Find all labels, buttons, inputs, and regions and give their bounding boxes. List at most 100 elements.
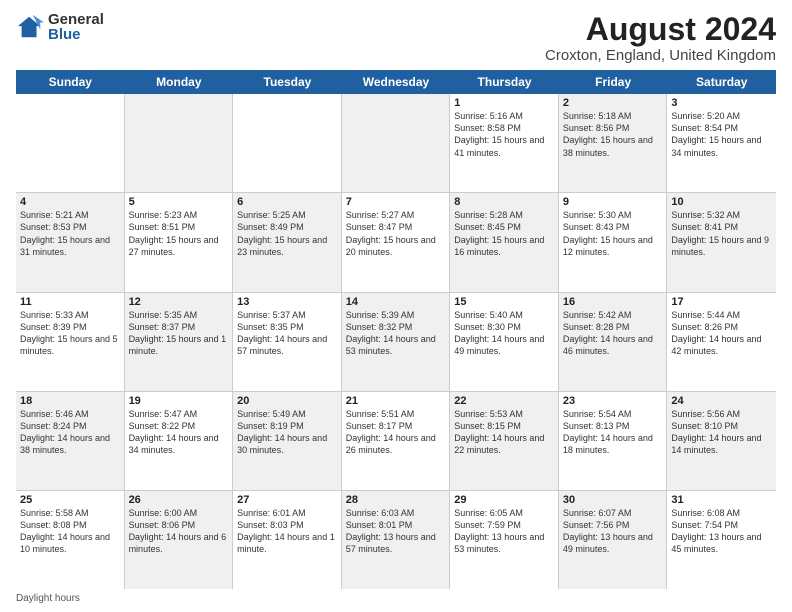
calendar-cell: 4Sunrise: 5:21 AMSunset: 8:53 PMDaylight… <box>16 193 125 291</box>
calendar-cell <box>342 94 451 192</box>
calendar-cell <box>16 94 125 192</box>
calendar-cell: 23Sunrise: 5:54 AMSunset: 8:13 PMDayligh… <box>559 392 668 490</box>
calendar-header: Sunday Monday Tuesday Wednesday Thursday… <box>16 70 776 94</box>
day-info: Sunrise: 5:18 AMSunset: 8:56 PMDaylight:… <box>563 110 663 159</box>
day-info: Sunrise: 5:25 AMSunset: 8:49 PMDaylight:… <box>237 209 337 258</box>
day-number: 5 <box>129 196 229 208</box>
logo-blue-text: Blue <box>48 27 104 42</box>
header-saturday: Saturday <box>667 70 776 94</box>
day-info: Sunrise: 5:46 AMSunset: 8:24 PMDaylight:… <box>20 408 120 457</box>
day-info: Sunrise: 5:54 AMSunset: 8:13 PMDaylight:… <box>563 408 663 457</box>
calendar-cell: 17Sunrise: 5:44 AMSunset: 8:26 PMDayligh… <box>667 293 776 391</box>
location-text: Croxton, England, United Kingdom <box>545 47 776 64</box>
day-info: Sunrise: 6:01 AMSunset: 8:03 PMDaylight:… <box>237 507 337 556</box>
calendar-cell: 13Sunrise: 5:37 AMSunset: 8:35 PMDayligh… <box>233 293 342 391</box>
day-info: Sunrise: 5:20 AMSunset: 8:54 PMDaylight:… <box>671 110 772 159</box>
calendar-cell: 22Sunrise: 5:53 AMSunset: 8:15 PMDayligh… <box>450 392 559 490</box>
calendar-cell: 27Sunrise: 6:01 AMSunset: 8:03 PMDayligh… <box>233 491 342 589</box>
calendar: Sunday Monday Tuesday Wednesday Thursday… <box>16 70 776 589</box>
calendar-cell: 6Sunrise: 5:25 AMSunset: 8:49 PMDaylight… <box>233 193 342 291</box>
day-info: Sunrise: 6:05 AMSunset: 7:59 PMDaylight:… <box>454 507 554 556</box>
calendar-cell: 29Sunrise: 6:05 AMSunset: 7:59 PMDayligh… <box>450 491 559 589</box>
day-number: 6 <box>237 196 337 208</box>
day-info: Sunrise: 5:27 AMSunset: 8:47 PMDaylight:… <box>346 209 446 258</box>
day-info: Sunrise: 5:32 AMSunset: 8:41 PMDaylight:… <box>671 209 772 258</box>
calendar-cell: 21Sunrise: 5:51 AMSunset: 8:17 PMDayligh… <box>342 392 451 490</box>
calendar-cell: 5Sunrise: 5:23 AMSunset: 8:51 PMDaylight… <box>125 193 234 291</box>
day-number: 9 <box>563 196 663 208</box>
calendar-cell: 25Sunrise: 5:58 AMSunset: 8:08 PMDayligh… <box>16 491 125 589</box>
day-info: Sunrise: 5:58 AMSunset: 8:08 PMDaylight:… <box>20 507 120 556</box>
logo: General Blue <box>16 12 104 42</box>
calendar-cell: 14Sunrise: 5:39 AMSunset: 8:32 PMDayligh… <box>342 293 451 391</box>
day-info: Sunrise: 6:03 AMSunset: 8:01 PMDaylight:… <box>346 507 446 556</box>
day-info: Sunrise: 5:39 AMSunset: 8:32 PMDaylight:… <box>346 309 446 358</box>
calendar-cell: 24Sunrise: 5:56 AMSunset: 8:10 PMDayligh… <box>667 392 776 490</box>
logo-general-text: General <box>48 12 104 27</box>
day-info: Sunrise: 5:35 AMSunset: 8:37 PMDaylight:… <box>129 309 229 358</box>
header-friday: Friday <box>559 70 668 94</box>
day-number: 28 <box>346 494 446 506</box>
calendar-cell: 7Sunrise: 5:27 AMSunset: 8:47 PMDaylight… <box>342 193 451 291</box>
calendar-cell: 26Sunrise: 6:00 AMSunset: 8:06 PMDayligh… <box>125 491 234 589</box>
calendar-row: 18Sunrise: 5:46 AMSunset: 8:24 PMDayligh… <box>16 392 776 491</box>
calendar-cell: 20Sunrise: 5:49 AMSunset: 8:19 PMDayligh… <box>233 392 342 490</box>
header-sunday: Sunday <box>16 70 125 94</box>
day-number: 4 <box>20 196 120 208</box>
calendar-row: 1Sunrise: 5:16 AMSunset: 8:58 PMDaylight… <box>16 94 776 193</box>
calendar-cell: 3Sunrise: 5:20 AMSunset: 8:54 PMDaylight… <box>667 94 776 192</box>
page: General Blue August 2024 Croxton, Englan… <box>0 0 792 612</box>
header-monday: Monday <box>125 70 234 94</box>
day-number: 26 <box>129 494 229 506</box>
day-number: 17 <box>671 296 772 308</box>
day-info: Sunrise: 5:49 AMSunset: 8:19 PMDaylight:… <box>237 408 337 457</box>
calendar-cell: 18Sunrise: 5:46 AMSunset: 8:24 PMDayligh… <box>16 392 125 490</box>
day-number: 16 <box>563 296 663 308</box>
day-info: Sunrise: 5:28 AMSunset: 8:45 PMDaylight:… <box>454 209 554 258</box>
calendar-cell: 11Sunrise: 5:33 AMSunset: 8:39 PMDayligh… <box>16 293 125 391</box>
calendar-row: 4Sunrise: 5:21 AMSunset: 8:53 PMDaylight… <box>16 193 776 292</box>
day-number: 3 <box>671 97 772 109</box>
calendar-cell: 16Sunrise: 5:42 AMSunset: 8:28 PMDayligh… <box>559 293 668 391</box>
calendar-body: 1Sunrise: 5:16 AMSunset: 8:58 PMDaylight… <box>16 94 776 589</box>
day-info: Sunrise: 6:07 AMSunset: 7:56 PMDaylight:… <box>563 507 663 556</box>
calendar-cell: 8Sunrise: 5:28 AMSunset: 8:45 PMDaylight… <box>450 193 559 291</box>
calendar-cell: 31Sunrise: 6:08 AMSunset: 7:54 PMDayligh… <box>667 491 776 589</box>
day-number: 20 <box>237 395 337 407</box>
footer: Daylight hours <box>16 589 776 604</box>
day-number: 7 <box>346 196 446 208</box>
calendar-cell: 2Sunrise: 5:18 AMSunset: 8:56 PMDaylight… <box>559 94 668 192</box>
day-info: Sunrise: 5:40 AMSunset: 8:30 PMDaylight:… <box>454 309 554 358</box>
day-number: 24 <box>671 395 772 407</box>
calendar-row: 25Sunrise: 5:58 AMSunset: 8:08 PMDayligh… <box>16 491 776 589</box>
calendar-cell: 12Sunrise: 5:35 AMSunset: 8:37 PMDayligh… <box>125 293 234 391</box>
day-number: 30 <box>563 494 663 506</box>
day-info: Sunrise: 5:42 AMSunset: 8:28 PMDaylight:… <box>563 309 663 358</box>
calendar-cell: 19Sunrise: 5:47 AMSunset: 8:22 PMDayligh… <box>125 392 234 490</box>
day-number: 1 <box>454 97 554 109</box>
day-number: 22 <box>454 395 554 407</box>
logo-text: General Blue <box>48 12 104 42</box>
month-year-title: August 2024 <box>545 12 776 47</box>
calendar-cell: 10Sunrise: 5:32 AMSunset: 8:41 PMDayligh… <box>667 193 776 291</box>
day-number: 13 <box>237 296 337 308</box>
day-info: Sunrise: 5:44 AMSunset: 8:26 PMDaylight:… <box>671 309 772 358</box>
day-info: Sunrise: 5:47 AMSunset: 8:22 PMDaylight:… <box>129 408 229 457</box>
day-number: 15 <box>454 296 554 308</box>
day-info: Sunrise: 5:30 AMSunset: 8:43 PMDaylight:… <box>563 209 663 258</box>
day-info: Sunrise: 5:37 AMSunset: 8:35 PMDaylight:… <box>237 309 337 358</box>
day-info: Sunrise: 5:21 AMSunset: 8:53 PMDaylight:… <box>20 209 120 258</box>
calendar-cell: 30Sunrise: 6:07 AMSunset: 7:56 PMDayligh… <box>559 491 668 589</box>
day-number: 14 <box>346 296 446 308</box>
day-info: Sunrise: 5:33 AMSunset: 8:39 PMDaylight:… <box>20 309 120 358</box>
day-number: 23 <box>563 395 663 407</box>
day-number: 18 <box>20 395 120 407</box>
day-info: Sunrise: 6:08 AMSunset: 7:54 PMDaylight:… <box>671 507 772 556</box>
calendar-cell: 9Sunrise: 5:30 AMSunset: 8:43 PMDaylight… <box>559 193 668 291</box>
day-info: Sunrise: 5:51 AMSunset: 8:17 PMDaylight:… <box>346 408 446 457</box>
day-number: 2 <box>563 97 663 109</box>
day-number: 27 <box>237 494 337 506</box>
day-number: 8 <box>454 196 554 208</box>
day-number: 19 <box>129 395 229 407</box>
day-number: 21 <box>346 395 446 407</box>
